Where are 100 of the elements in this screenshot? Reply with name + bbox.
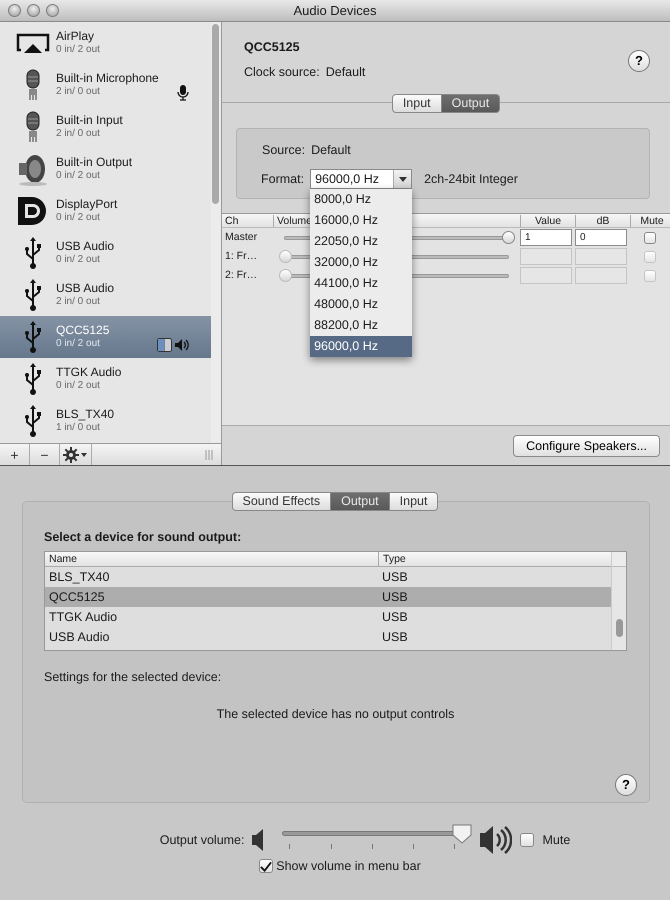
column-header: dB — [575, 214, 627, 226]
displayport-icon — [17, 195, 49, 227]
tab[interactable]: Sound Effects — [232, 492, 332, 511]
window-title: Audio Devices — [292, 2, 378, 20]
value-field[interactable]: 1 — [520, 229, 572, 246]
device-name: Built-in Input — [56, 113, 123, 127]
window-control[interactable] — [46, 4, 59, 17]
device-item[interactable]: BLS_TX40 1 in/ 0 out — [0, 400, 211, 442]
device-channels: 0 in/ 2 out — [56, 337, 101, 351]
menu-item[interactable]: 8000,0 Hz — [310, 189, 412, 210]
device-channels: 0 in/ 2 out — [56, 379, 101, 393]
usb-icon — [24, 363, 42, 395]
device-type: USB — [381, 568, 409, 586]
device-item[interactable]: Built-in Output 0 in/ 2 out — [0, 148, 211, 190]
speaker-loud-icon — [480, 825, 512, 855]
menu-item[interactable]: 44100,0 Hz — [310, 273, 412, 294]
scrollbar[interactable] — [211, 22, 221, 443]
db-field[interactable]: 0 — [575, 229, 627, 246]
device-item[interactable]: Built-in Microphone 2 in/ 0 out — [0, 64, 211, 106]
device-name: TTGK Audio — [48, 608, 118, 626]
menu-item[interactable]: 88200,0 Hz — [310, 315, 412, 336]
device-item[interactable]: Built-in Input 2 in/ 0 out — [0, 106, 211, 148]
window-control[interactable] — [27, 4, 40, 17]
channel-name: 1: Fr… — [225, 248, 258, 264]
channel-name: 2: Fr… — [225, 268, 258, 283]
format-description: 2ch-24bit Integer — [424, 170, 518, 188]
usb-icon — [24, 321, 42, 353]
slider-thumb[interactable] — [502, 230, 515, 244]
speaker-low-icon — [252, 829, 264, 851]
table-row[interactable]: TTGK Audio USB — [45, 606, 611, 627]
clock-source-label: Clock source: — [244, 64, 320, 81]
device-name: TTGK Audio — [56, 365, 122, 379]
format-dropdown[interactable]: 96000,0 Hz — [310, 169, 412, 189]
device-channels: 0 in/ 2 out — [56, 253, 101, 267]
help-button[interactable]: ? — [615, 774, 637, 796]
device-title: QCC5125 — [244, 39, 301, 56]
tab[interactable]: Input — [392, 94, 442, 113]
device-item[interactable]: TTGK Audio 0 in/ 2 out — [0, 358, 211, 400]
tab[interactable]: Output — [331, 492, 390, 511]
format-label: Format: — [261, 170, 304, 188]
device-name: BLS_TX40 — [56, 407, 114, 421]
slider-thumb[interactable] — [452, 824, 472, 844]
menu-item[interactable]: 22050,0 Hz — [310, 231, 412, 252]
device-item[interactable]: AirPlay 0 in/ 2 out — [0, 22, 211, 64]
device-channels: 2 in/ 0 out — [56, 85, 101, 99]
device-item[interactable]: DisplayPort 0 in/ 2 out — [0, 190, 211, 232]
speaker-icon — [17, 152, 49, 186]
tab[interactable]: Output — [442, 94, 500, 113]
help-button[interactable]: ? — [628, 50, 650, 72]
table-row[interactable]: USB Audio USB — [45, 626, 611, 647]
mute-checkbox[interactable] — [644, 232, 656, 244]
menu-bar-checkbox[interactable] — [259, 859, 274, 874]
device-type: USB — [381, 628, 409, 646]
device-name: Built-in Microphone — [56, 71, 159, 85]
column-header: Mute — [630, 214, 670, 226]
device-name: USB Audio — [56, 239, 114, 253]
menu-item[interactable]: 16000,0 Hz — [310, 210, 412, 231]
tab[interactable]: Input — [390, 492, 438, 511]
channel-name: Master — [225, 230, 258, 245]
device-channels: 0 in/ 2 out — [56, 211, 101, 225]
menu-item[interactable]: 96000,0 Hz — [310, 336, 412, 357]
settings-icon — [63, 446, 88, 462]
add-button[interactable]: + — [0, 444, 30, 465]
table-row[interactable]: QCC5125 USB — [45, 586, 611, 607]
check-icon — [260, 860, 272, 872]
device-channels: 0 in/ 2 out — [56, 169, 101, 183]
device-channels: 0 in/ 2 out — [56, 43, 100, 57]
device-item[interactable]: QCC5125 0 in/ 2 out — [0, 316, 211, 358]
scrollbar[interactable] — [611, 552, 626, 650]
device-channels: 2 in/ 0 out — [56, 127, 101, 141]
usb-icon — [24, 405, 42, 437]
configure-speakers-button[interactable]: Configure Speakers... — [513, 434, 660, 456]
menu-item[interactable]: 32000,0 Hz — [310, 252, 412, 273]
device-name: AirPlay — [56, 29, 96, 43]
device-name: QCC5125 — [48, 588, 106, 606]
mute-checkbox[interactable] — [520, 833, 534, 847]
db-field[interactable] — [575, 248, 627, 265]
device-channels: 2 in/ 0 out — [56, 295, 101, 309]
output-volume-label: Output volume: — [160, 832, 244, 849]
usb-icon — [24, 279, 42, 311]
device-name: BLS_TX40 — [48, 568, 110, 586]
db-field[interactable] — [575, 267, 627, 284]
remove-button[interactable]: − — [30, 444, 60, 465]
mute-label: Mute — [542, 832, 570, 849]
menu-item[interactable]: 48000,0 Hz — [310, 294, 412, 315]
table-row[interactable]: BLS_TX40 USB — [45, 566, 611, 587]
column-header: Name — [48, 552, 78, 566]
device-name: DisplayPort — [56, 197, 118, 211]
device-name: QCC5125 — [56, 323, 110, 337]
device-channels: 1 in/ 0 out — [56, 421, 101, 435]
source-label: Source: — [262, 142, 306, 159]
device-name: USB Audio — [56, 281, 114, 295]
window-control[interactable] — [8, 4, 21, 17]
usb-icon — [24, 237, 42, 269]
device-type: USB — [381, 588, 409, 606]
display-triangle-icon — [16, 32, 50, 54]
device-item[interactable]: USB Audio 2 in/ 0 out — [0, 274, 211, 316]
caret-icon — [398, 176, 407, 182]
device-name: USB Audio — [48, 628, 110, 646]
device-item[interactable]: USB Audio 0 in/ 2 out — [0, 232, 211, 274]
